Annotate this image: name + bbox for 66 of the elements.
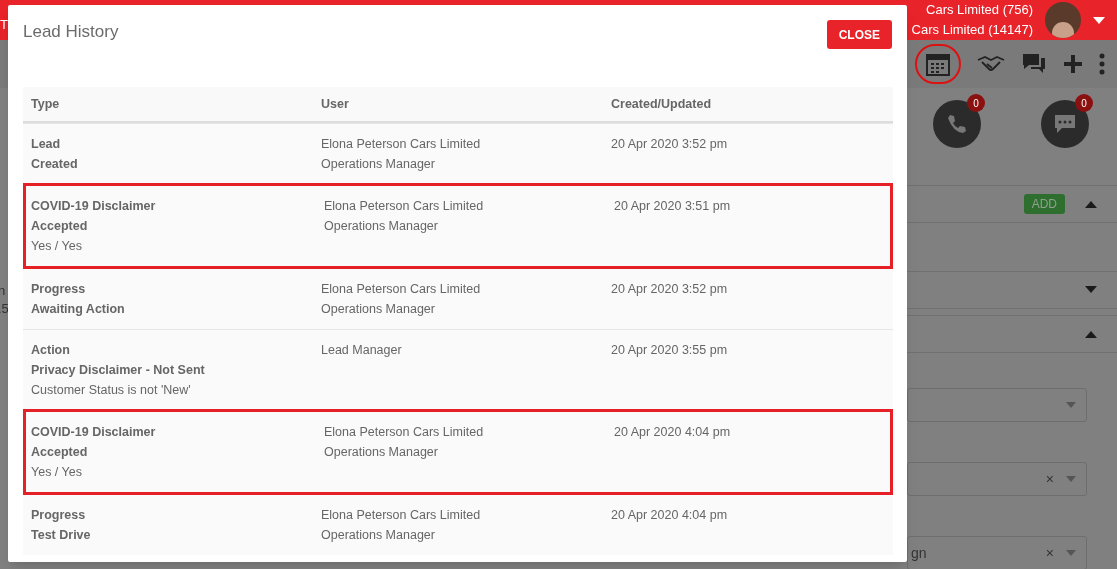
add-button[interactable]: ADD [1023, 194, 1065, 214]
event-date: 20 Apr 2020 4:04 pm [614, 425, 731, 439]
caret-down-icon [1066, 550, 1076, 556]
user-name: Elona Peterson Cars Limited [324, 198, 485, 215]
event-date: 20 Apr 2020 3:51 pm [614, 199, 731, 213]
caret-down-icon[interactable] [1085, 286, 1097, 294]
count-badge: 0 [1075, 94, 1093, 112]
caret-down-icon [1066, 402, 1076, 408]
event-status: Test Drive [31, 527, 92, 544]
event-status: Accepted [31, 218, 89, 235]
caret-up-icon[interactable] [1085, 330, 1097, 338]
calendar-button[interactable] [915, 44, 961, 84]
event-detail: Customer Status is not 'New' [31, 382, 192, 399]
event-type: COVID-19 Disclaimer [31, 198, 157, 215]
page-text: .5 [0, 300, 9, 318]
user-name: Elona Peterson Cars Limited [321, 507, 482, 524]
more-icon[interactable] [1099, 53, 1105, 75]
event-status: Created [31, 156, 79, 173]
clear-icon[interactable]: × [1045, 468, 1054, 490]
header-text: T [0, 16, 8, 35]
user-role: Operations Manager [324, 218, 439, 235]
user-name: Elona Peterson Cars Limited [324, 424, 485, 441]
event-type: Progress [31, 507, 87, 524]
event-status: Awaiting Action [31, 301, 126, 318]
event-date: 20 Apr 2020 3:52 pm [611, 282, 728, 296]
event-date: 20 Apr 2020 3:52 pm [611, 137, 728, 151]
caret-up-icon[interactable] [1085, 200, 1097, 208]
chat-bubble-icon [1053, 113, 1077, 135]
user-name: Elona Peterson Cars Limited [321, 136, 482, 153]
account-name: Cars Limited (756) [926, 1, 1033, 19]
caret-down-icon [1066, 476, 1076, 482]
event-type: Progress [31, 281, 87, 298]
clear-icon[interactable]: × [1045, 542, 1054, 564]
select-value: gn [911, 543, 928, 563]
event-detail: Yes / Yes [31, 238, 83, 255]
user-role: Operations Manager [321, 156, 436, 173]
account-name: Cars Limited (14147) [911, 21, 1033, 39]
phone-icon [945, 112, 969, 136]
column-header: Type [30, 95, 61, 113]
event-status: Privacy Disclaimer - Not Sent [31, 362, 206, 379]
column-header: Created/Updated [610, 95, 713, 113]
event-type: Lead [31, 136, 62, 153]
event-status: Accepted [31, 444, 89, 461]
count-badge: 0 [967, 94, 985, 112]
plus-icon[interactable] [1063, 54, 1083, 74]
user-role: Operations Manager [321, 527, 436, 544]
user-name: Elona Peterson Cars Limited [321, 281, 482, 298]
event-type: Action [31, 342, 71, 359]
event-detail: Yes / Yes [31, 464, 83, 481]
select-field[interactable]: × [907, 462, 1087, 496]
column-header: User [320, 95, 350, 113]
user-role: Operations Manager [324, 444, 439, 461]
user-role: Operations Manager [321, 301, 436, 318]
event-date: 20 Apr 2020 3:55 pm [611, 343, 728, 357]
event-date: 20 Apr 2020 4:04 pm [611, 508, 728, 522]
phone-button[interactable] [933, 100, 981, 148]
dialog-title: Lead History [23, 22, 119, 42]
calendar-icon [925, 51, 951, 77]
user-name: Lead Manager [321, 342, 403, 359]
message-button[interactable] [1041, 100, 1089, 148]
close-button[interactable]: CLOSE [826, 20, 892, 49]
avatar[interactable] [1045, 2, 1081, 38]
event-type: COVID-19 Disclaimer [31, 424, 157, 441]
select-field[interactable] [907, 388, 1087, 422]
caret-down-icon[interactable] [1093, 16, 1105, 24]
select-field[interactable]: gn × [907, 536, 1087, 569]
